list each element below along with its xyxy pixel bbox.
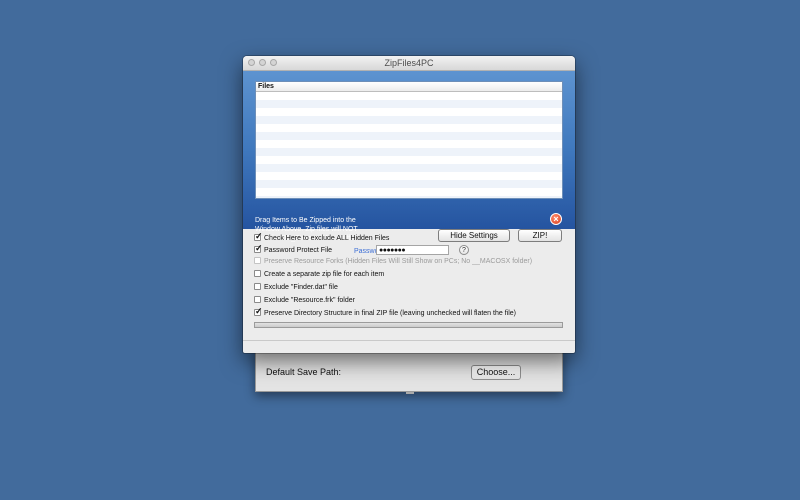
password-field[interactable]: ●●●●●●● <box>376 245 449 255</box>
default-save-path-label: Default Save Path: <box>266 367 342 377</box>
file-list-rows[interactable] <box>256 92 562 198</box>
remove-item-icon[interactable]: × <box>550 213 562 225</box>
exclude-resource-frk-option[interactable]: Exclude "Resource.frk" folder <box>254 296 355 306</box>
preserve-forks-option: Preserve Resource Forks (Hidden Files Wi… <box>254 257 532 267</box>
file-list[interactable]: Files <box>255 81 563 199</box>
settings-panel: Check Here to exclude ALL Hidden Files P… <box>243 230 575 353</box>
preserve-forks-checkbox <box>254 257 261 264</box>
exclude-finder-dat-option[interactable]: Exclude "Finder.dat" file <box>254 283 338 293</box>
preserve-forks-label: Preserve Resource Forks (Hidden Files Wi… <box>264 258 533 265</box>
password-protect-checkbox[interactable] <box>254 243 263 253</box>
choose-button[interactable]: Choose... <box>471 365 521 380</box>
preserve-structure-checkbox[interactable] <box>254 306 263 316</box>
password-protect-label: Password Protect File <box>264 247 333 254</box>
title-bar[interactable]: ZipFiles4PC <box>243 56 575 71</box>
exclude-hidden-label: Check Here to exclude ALL Hidden Files <box>264 235 390 242</box>
separate-zip-option[interactable]: Create a separate zip file for each item <box>254 270 384 280</box>
exclude-finder-dat-checkbox[interactable] <box>254 283 261 290</box>
password-protect-option[interactable]: Password Protect File <box>254 243 333 256</box>
drop-panel: Files × Drag Items to Be Zipped into the… <box>243 71 575 242</box>
exclude-hidden-checkbox[interactable] <box>254 231 263 241</box>
exclude-hidden-option[interactable]: Check Here to exclude ALL Hidden Files <box>254 231 390 244</box>
divider <box>243 340 575 341</box>
help-icon[interactable]: ? <box>459 245 469 255</box>
exclude-resource-frk-label: Exclude "Resource.frk" folder <box>264 297 355 304</box>
files-column-header[interactable]: Files <box>256 82 562 92</box>
main-window: ZipFiles4PC Files × Drag Items to Be Zip… <box>243 56 575 353</box>
separate-zip-label: Create a separate zip file for each item <box>264 271 385 278</box>
preserve-structure-label: Preserve Directory Structure in final ZI… <box>264 310 516 317</box>
exclude-resource-frk-checkbox[interactable] <box>254 296 261 303</box>
exclude-finder-dat-label: Exclude "Finder.dat" file <box>264 284 338 291</box>
preserve-structure-option[interactable]: Preserve Directory Structure in final ZI… <box>254 306 516 319</box>
resize-grip[interactable] <box>406 392 414 394</box>
separate-zip-checkbox[interactable] <box>254 270 261 277</box>
progress-bar <box>254 322 563 328</box>
save-path-sheet: Default Save Path: Choose... <box>255 350 563 394</box>
window-title: ZipFiles4PC <box>384 58 434 68</box>
